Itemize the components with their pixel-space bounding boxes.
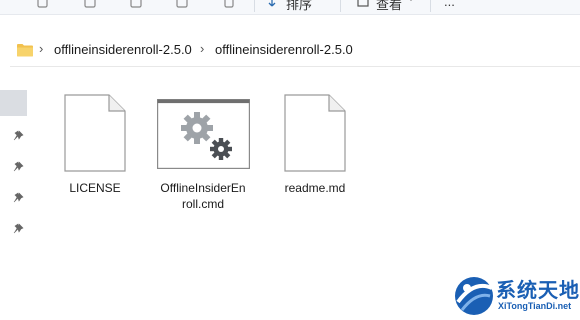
file-item[interactable]: LICENSE (41, 92, 149, 222)
file-name: LICENSE (69, 181, 121, 195)
gear-icon (210, 138, 232, 160)
globe-logo-icon (455, 277, 493, 315)
sort-button[interactable]: 排序 (286, 0, 312, 13)
more-options-button[interactable]: ... (444, 0, 455, 9)
watermark: 系统天地 XiTongTianDi.net (450, 270, 580, 320)
file-name: readme.md (284, 181, 346, 195)
gear-icon (181, 112, 213, 144)
file-name: OfflineInsiderEn roll.cmd (160, 181, 246, 211)
rename-icon[interactable] (129, 0, 143, 8)
breadcrumb-item[interactable]: offlineinsiderenroll-2.5.0 (215, 42, 353, 57)
paste-icon[interactable] (83, 0, 97, 8)
delete-icon[interactable] (222, 0, 236, 8)
view-icon (357, 0, 369, 7)
breadcrumb-item[interactable]: offlineinsiderenroll-2.5.0 (54, 42, 192, 57)
document-icon (64, 94, 126, 172)
sort-icon (268, 0, 276, 7)
toolbar-separator (430, 0, 431, 12)
chevron-right-icon[interactable]: › (200, 41, 204, 56)
file-item[interactable]: readme.md (261, 92, 369, 222)
folder-icon (17, 44, 33, 57)
navigation-pane (0, 66, 30, 320)
share-icon[interactable] (175, 0, 189, 8)
document-icon (284, 94, 346, 172)
watermark-title: 系统天地 (496, 280, 580, 302)
command-bar: 排序 查看 ... (0, 0, 580, 15)
watermark-subtitle: XiTongTianDi.net (498, 301, 572, 311)
view-button[interactable]: 查看 (376, 0, 402, 13)
pin-icon (13, 161, 24, 172)
chevron-down-icon[interactable] (404, 0, 418, 8)
copy-icon[interactable] (35, 0, 49, 8)
cmd-script-icon (157, 99, 250, 169)
chevron-right-icon[interactable]: › (39, 41, 43, 56)
pin-icon (13, 223, 24, 234)
breadcrumb[interactable]: › offlineinsiderenroll-2.5.0 › offlinein… (10, 34, 580, 67)
nav-item-selected[interactable] (0, 90, 27, 116)
pin-icon (13, 130, 24, 141)
toolbar-separator (254, 0, 255, 12)
file-item[interactable]: OfflineInsiderEn roll.cmd (149, 92, 257, 222)
pin-icon (13, 192, 24, 203)
toolbar-separator (340, 0, 341, 12)
